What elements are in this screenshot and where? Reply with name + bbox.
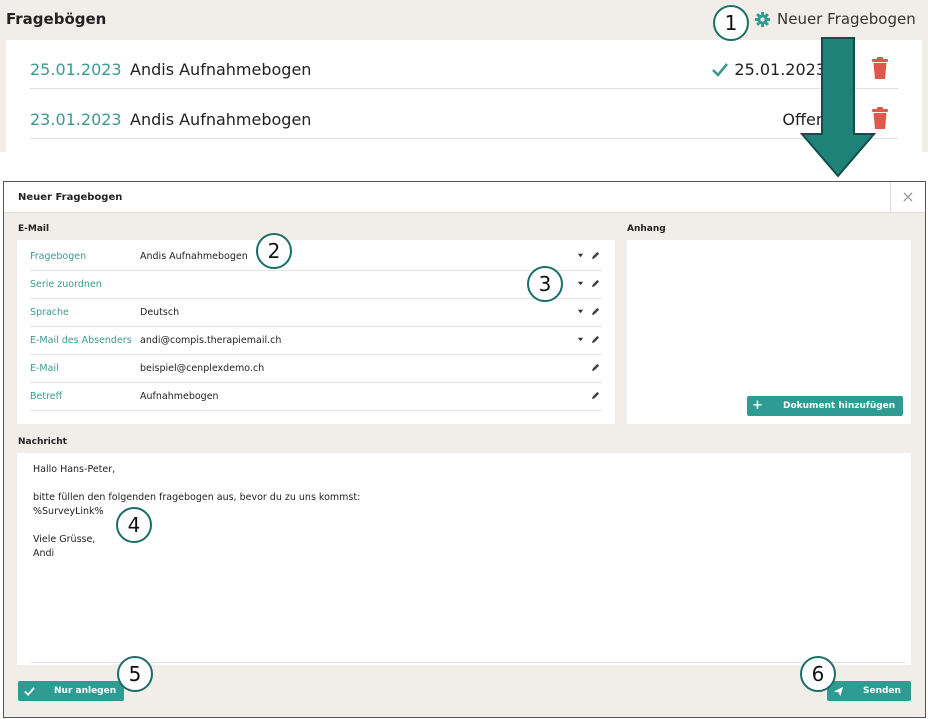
pencil-icon[interactable] xyxy=(591,363,600,372)
chevron-down-icon[interactable] xyxy=(577,336,584,343)
new-questionnaire-dialog: Neuer Fragebogen × E-Mail Anhang Fragebo… xyxy=(3,181,926,718)
new-questionnaire-button[interactable]: Neuer Fragebogen xyxy=(754,10,916,28)
field-label: Sprache xyxy=(30,307,69,318)
dialog-title: Neuer Fragebogen xyxy=(18,192,123,203)
annotation-arrow xyxy=(800,37,876,178)
pencil-icon[interactable] xyxy=(591,279,600,288)
add-document-label: Dokument hinzufügen xyxy=(783,401,896,411)
field-value[interactable]: Aufnahmebogen xyxy=(140,391,219,402)
chevron-down-icon[interactable] xyxy=(577,308,584,315)
field-value[interactable]: beispiel@cenplexdemo.ch xyxy=(140,363,264,374)
email-section-label: E-Mail xyxy=(18,224,50,234)
field-subject[interactable]: Betreff Aufnahmebogen xyxy=(30,382,602,411)
check-icon xyxy=(24,687,35,697)
questionnaire-date[interactable]: 23.01.2023 xyxy=(30,110,122,129)
chevron-down-icon[interactable] xyxy=(577,280,584,287)
check-icon xyxy=(712,62,729,77)
callout-1: 1 xyxy=(713,5,749,41)
field-value[interactable]: andi@compis.therapiemail.ch xyxy=(140,335,281,346)
plus-icon: + xyxy=(752,398,763,413)
callout-4: 4 xyxy=(116,507,152,543)
chevron-down-icon[interactable] xyxy=(577,252,584,259)
pencil-icon[interactable] xyxy=(591,391,600,400)
divider xyxy=(31,662,905,663)
field-label: Serie zuordnen xyxy=(30,279,102,290)
list-item[interactable]: 25.01.2023 Andis Aufnahmebogen 25.01.202… xyxy=(30,40,898,89)
message-editor[interactable]: Hallo Hans-Peter, bitte füllen den folge… xyxy=(17,453,911,665)
message-text[interactable]: Hallo Hans-Peter, bitte füllen den folge… xyxy=(33,463,893,561)
section-title: Fragebögen xyxy=(6,10,107,28)
callout-5: 5 xyxy=(117,656,153,692)
field-sender-email[interactable]: E-Mail des Absenders andi@compis.therapi… xyxy=(30,326,602,355)
questionnaire-date[interactable]: 25.01.2023 xyxy=(30,60,122,79)
callout-3: 3 xyxy=(527,266,563,302)
field-label: E-Mail des Absenders xyxy=(30,335,132,346)
questionnaire-name: Andis Aufnahmebogen xyxy=(130,60,312,79)
field-value[interactable]: Deutsch xyxy=(140,307,179,318)
callout-6: 6 xyxy=(800,656,836,692)
field-questionnaire[interactable]: Fragebogen Andis Aufnahmebogen xyxy=(30,242,602,271)
pencil-icon[interactable] xyxy=(591,335,600,344)
field-value[interactable]: Andis Aufnahmebogen xyxy=(140,251,248,262)
list-item[interactable]: 23.01.2023 Andis Aufnahmebogen Offen xyxy=(30,90,898,139)
questionnaire-name: Andis Aufnahmebogen xyxy=(130,110,312,129)
new-questionnaire-label: Neuer Fragebogen xyxy=(777,10,916,28)
questionnaire-overview: Fragebögen Neuer Fragebogen 25.01.2023 A… xyxy=(0,0,928,152)
email-form: Fragebogen Andis Aufnahmebogen Serie zuo… xyxy=(17,240,615,424)
send-label: Senden xyxy=(863,686,901,696)
add-document-button[interactable]: + Dokument hinzufügen xyxy=(747,396,903,416)
paper-plane-icon xyxy=(833,686,844,697)
field-language[interactable]: Sprache Deutsch xyxy=(30,298,602,327)
field-series[interactable]: Serie zuordnen xyxy=(30,270,602,299)
message-section-label: Nachricht xyxy=(18,437,67,447)
pencil-icon[interactable] xyxy=(591,251,600,260)
create-only-button[interactable]: Nur anlegen xyxy=(18,681,124,701)
questionnaire-list: 25.01.2023 Andis Aufnahmebogen 25.01.202… xyxy=(6,40,922,152)
callout-2: 2 xyxy=(256,233,292,269)
field-label: Fragebogen xyxy=(30,251,87,262)
gear-icon xyxy=(754,11,771,27)
field-recipient-email[interactable]: E-Mail beispiel@cenplexdemo.ch xyxy=(30,354,602,383)
pencil-icon[interactable] xyxy=(591,307,600,316)
field-label: Betreff xyxy=(30,391,63,402)
attachment-section-label: Anhang xyxy=(627,224,666,234)
close-icon[interactable]: × xyxy=(890,182,925,212)
attachment-panel: + Dokument hinzufügen xyxy=(627,240,911,424)
field-label: E-Mail xyxy=(30,363,59,374)
send-button[interactable]: Senden xyxy=(827,681,911,701)
dialog-header: Neuer Fragebogen × xyxy=(4,182,925,213)
create-only-label: Nur anlegen xyxy=(54,686,117,696)
